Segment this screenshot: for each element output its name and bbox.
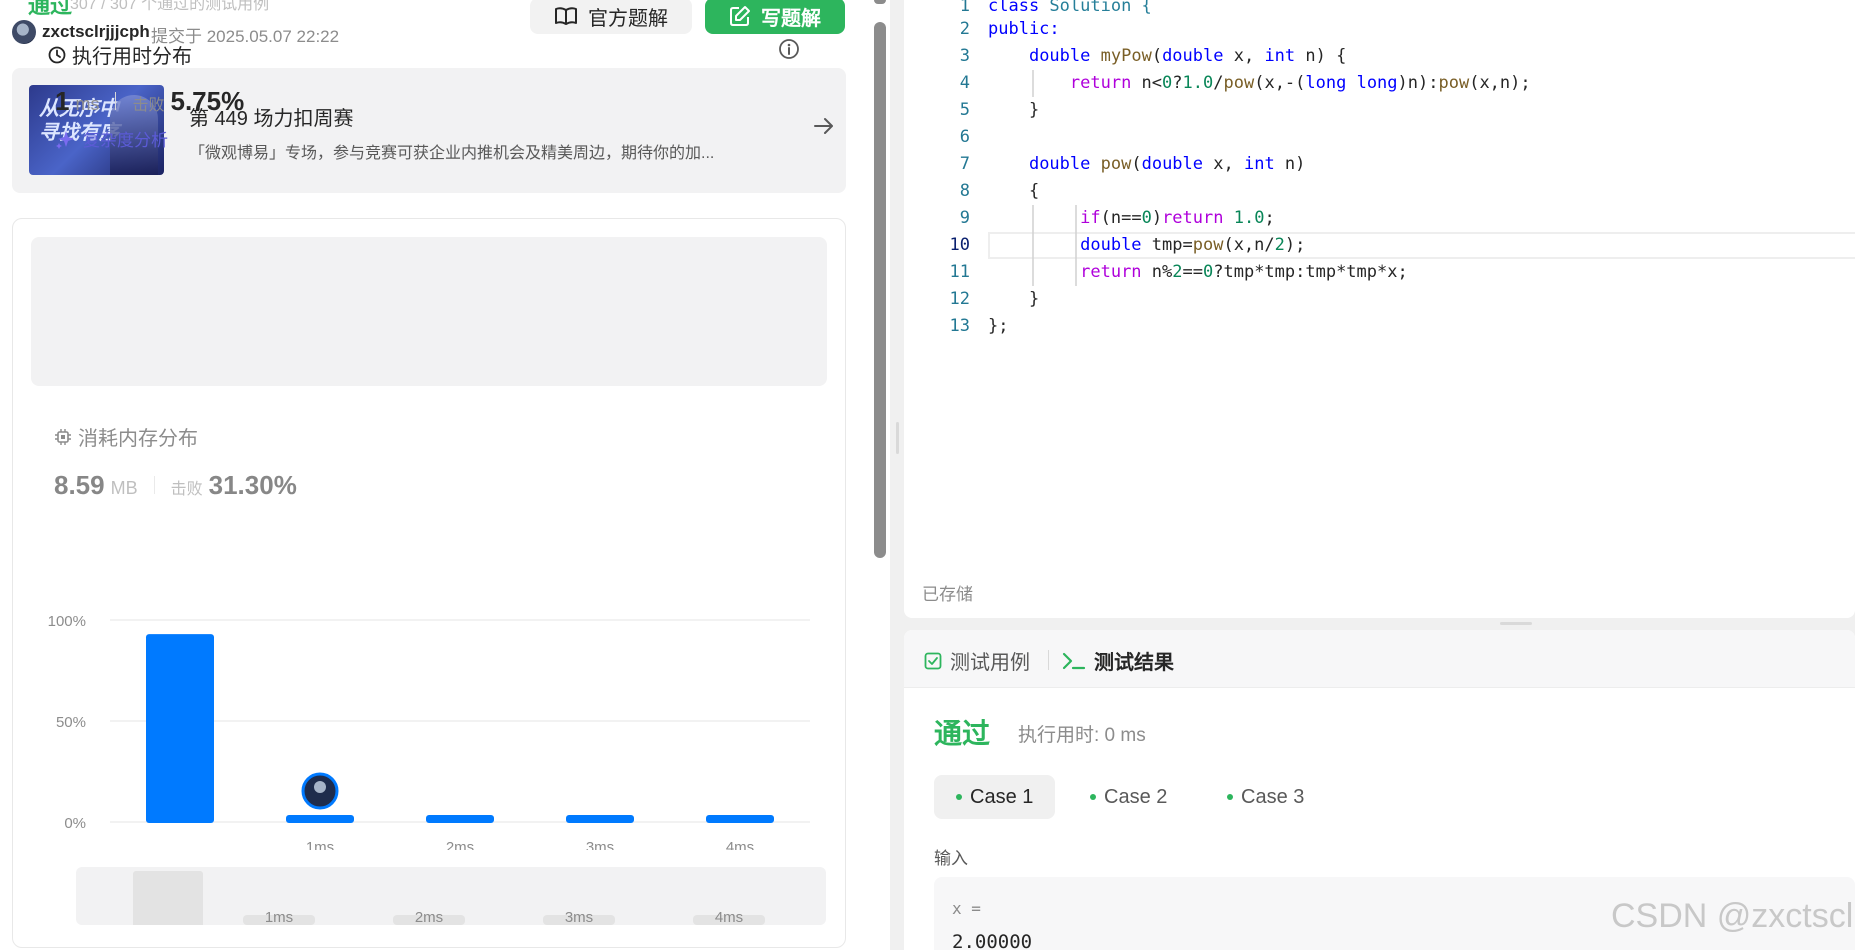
x-tick-label: 4ms: [726, 839, 754, 850]
resize-handle-horizontal[interactable]: [1500, 622, 1532, 625]
chip-icon: [55, 428, 71, 445]
write-solution-label: 写题解: [761, 7, 821, 30]
resize-handle-vertical[interactable]: [896, 422, 899, 454]
chart-bar: [566, 815, 634, 823]
username[interactable]: zxctsclrjjjcph: [42, 22, 150, 42]
book-icon: [555, 7, 577, 25]
results-tabs: [904, 630, 1855, 688]
memory-unit: MB: [110, 478, 138, 498]
complexity-analysis-link[interactable]: 复杂度分析: [55, 126, 168, 151]
result-status: 通过: [934, 718, 991, 749]
case-tab-2[interactable]: Case 2: [1068, 775, 1189, 819]
runtime-value: 1: [55, 86, 70, 116]
runtime-box[interactable]: [31, 237, 827, 386]
mini-x-tick-label: 3ms: [565, 909, 593, 925]
y-tick-label: 100%: [48, 613, 86, 630]
memory-value-row: 8.59 MB 击败 31.30%: [54, 470, 297, 501]
result-runtime: 执行用时: 0 ms: [1018, 725, 1146, 746]
testcases-passed: 307 / 307 个通过的测试用例: [70, 0, 270, 13]
tab-test-results-label: 测试结果: [1094, 652, 1174, 674]
chart-range-slider[interactable]: 1ms 2ms 3ms 4ms: [76, 867, 826, 925]
saved-status: 已存储: [922, 585, 973, 604]
mini-x-tick-label: 4ms: [715, 909, 743, 925]
memory-title[interactable]: 消耗内存分布: [54, 422, 198, 451]
memory-title-label: 消耗内存分布: [78, 428, 198, 450]
runtime-beat-value: 5.75%: [170, 86, 245, 116]
divider: [115, 92, 117, 110]
memory-value: 8.59: [54, 470, 105, 500]
user-marker-face: [314, 781, 326, 793]
avatar[interactable]: [12, 20, 36, 44]
x-tick-label: 2ms: [446, 839, 474, 850]
runtime-unit: ms: [75, 94, 100, 114]
chart-bar: [146, 634, 214, 823]
divider: [153, 476, 155, 494]
pass-dot-icon: [1227, 794, 1233, 800]
case-tab-1[interactable]: Case 1: [934, 775, 1056, 819]
info-icon[interactable]: [778, 38, 800, 60]
input-param-label: x =: [952, 899, 981, 918]
runtime-title: 执行用时分布: [48, 40, 192, 69]
runtime-value-row: 1 ms 击败 5.75%: [55, 86, 244, 117]
status-accepted: 通过: [28, 0, 73, 18]
input-label: 输入: [934, 849, 968, 868]
official-solution-button[interactable]: 官方题解: [530, 0, 692, 34]
indent-guides: [1032, 70, 1077, 286]
clock-icon: [48, 46, 66, 63]
terminal-icon: [1062, 652, 1086, 669]
panel-divider[interactable]: [890, 0, 904, 950]
mini-x-tick-label: 1ms: [265, 909, 293, 925]
case-tab-3[interactable]: Case 3: [1205, 775, 1326, 819]
complexity-label: 复杂度分析: [83, 131, 168, 150]
scrollbar-thumb[interactable]: [874, 22, 886, 558]
tab-test-results[interactable]: 测试结果: [1062, 646, 1174, 675]
sparkle-icon: [56, 130, 74, 149]
pass-dot-icon: [956, 794, 962, 800]
mini-chart-bar: [133, 871, 203, 925]
x-tick-label: 1ms: [306, 839, 334, 850]
tab-testcases[interactable]: 测试用例: [924, 646, 1030, 675]
input-param-value: 2.00000: [952, 931, 1033, 950]
chart-bar: [706, 815, 774, 823]
case-label: Case 2: [1104, 785, 1168, 808]
submission-panel: 通过 307 / 307 个通过的测试用例 zxctsclrjjjcph 提交于…: [0, 0, 890, 950]
arrow-right-icon[interactable]: [812, 114, 836, 138]
pass-dot-icon: [1090, 794, 1096, 800]
write-solution-button[interactable]: 写题解: [705, 0, 845, 34]
tab-testcases-label: 测试用例: [950, 652, 1030, 674]
memory-beat-value: 31.30%: [208, 470, 297, 500]
y-tick-label: 50%: [56, 714, 86, 731]
y-tick-label: 0%: [64, 815, 86, 832]
edit-icon: [730, 6, 750, 26]
official-solution-label: 官方题解: [588, 7, 668, 30]
divider: [1048, 650, 1049, 670]
watermark: CSDN @zxctscl: [1611, 897, 1854, 935]
contest-subtitle: 「微观博易」专场，参与竞赛可获企业内推机会及精美周边，期待你的加...: [189, 145, 715, 162]
memory-beat-label: 击败: [170, 481, 203, 498]
x-tick-label: 3ms: [586, 839, 614, 850]
runtime-distribution-chart[interactable]: 100% 50% 0% 1ms 2ms 3ms 4ms: [30, 570, 830, 850]
chart-bar: [426, 815, 494, 823]
runtime-title-label: 执行用时分布: [72, 46, 192, 68]
checkbox-icon: [924, 652, 942, 669]
code-editor[interactable]: 1 class Solution { 2 public: 3 double myPo…: [904, 0, 1855, 618]
case-label: Case 3: [1241, 785, 1305, 808]
case-label: Case 1: [970, 785, 1034, 808]
runtime-beat-label: 击败: [132, 97, 165, 114]
mini-x-tick-label: 2ms: [415, 909, 443, 925]
chart-bar: [286, 815, 354, 823]
